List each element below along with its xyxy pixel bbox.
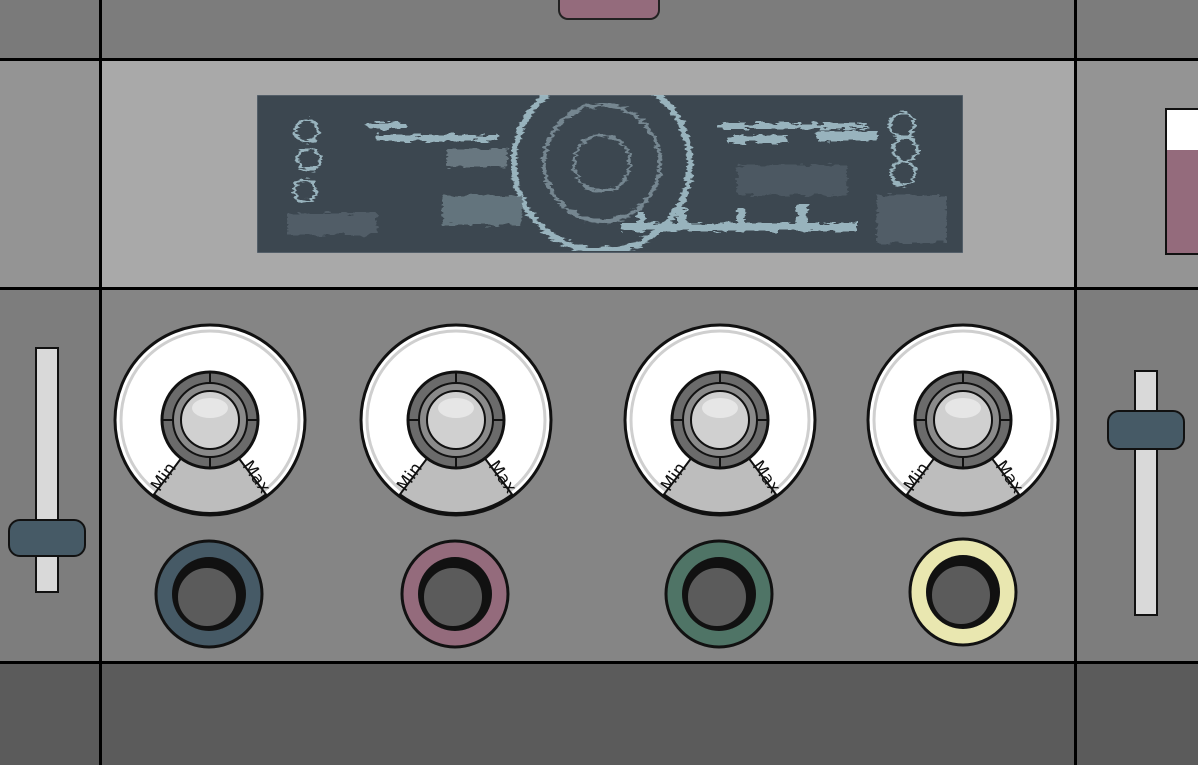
right-fader[interactable] bbox=[1107, 368, 1187, 618]
left-column-top bbox=[0, 0, 100, 60]
level-meter-fill bbox=[1167, 150, 1198, 253]
divider-top bbox=[0, 58, 1198, 61]
knob-cap-highlight bbox=[438, 398, 474, 418]
left-fader[interactable] bbox=[8, 345, 88, 595]
divider-middle bbox=[0, 287, 1198, 290]
left-fader-thumb[interactable] bbox=[8, 518, 86, 557]
jack-plug-hole[interactable] bbox=[422, 566, 484, 628]
knob-cap-highlight bbox=[192, 398, 228, 418]
patch-jack-1[interactable] bbox=[153, 538, 265, 650]
display-screen bbox=[257, 95, 963, 253]
knob-4[interactable]: Min Max bbox=[863, 320, 1063, 520]
knob-2[interactable]: Min Max bbox=[356, 320, 556, 520]
knob-cap-highlight bbox=[702, 398, 738, 418]
patch-jack-3[interactable] bbox=[663, 538, 775, 650]
knob-1[interactable]: Min Max bbox=[110, 320, 310, 520]
level-meter bbox=[1165, 108, 1198, 255]
knob-3[interactable]: Min Max bbox=[620, 320, 820, 520]
knob-cap-highlight bbox=[945, 398, 981, 418]
right-divider bbox=[1074, 0, 1077, 765]
jack-plug-hole[interactable] bbox=[930, 564, 992, 626]
left-column-display bbox=[0, 60, 100, 289]
top-tab[interactable] bbox=[558, 0, 660, 20]
synth-module: Min Max Min Max Min Max Min Max bbox=[0, 0, 1198, 765]
right-fader-thumb[interactable] bbox=[1107, 410, 1185, 450]
jack-plug-hole[interactable] bbox=[176, 566, 238, 628]
jack-plug-hole[interactable] bbox=[686, 566, 748, 628]
patch-jack-2[interactable] bbox=[399, 538, 511, 650]
divider-bottom bbox=[0, 661, 1198, 664]
right-fader-track[interactable] bbox=[1134, 370, 1158, 616]
patch-jack-4[interactable] bbox=[907, 536, 1019, 648]
bottom-panel bbox=[0, 663, 1198, 765]
left-divider bbox=[99, 0, 102, 765]
